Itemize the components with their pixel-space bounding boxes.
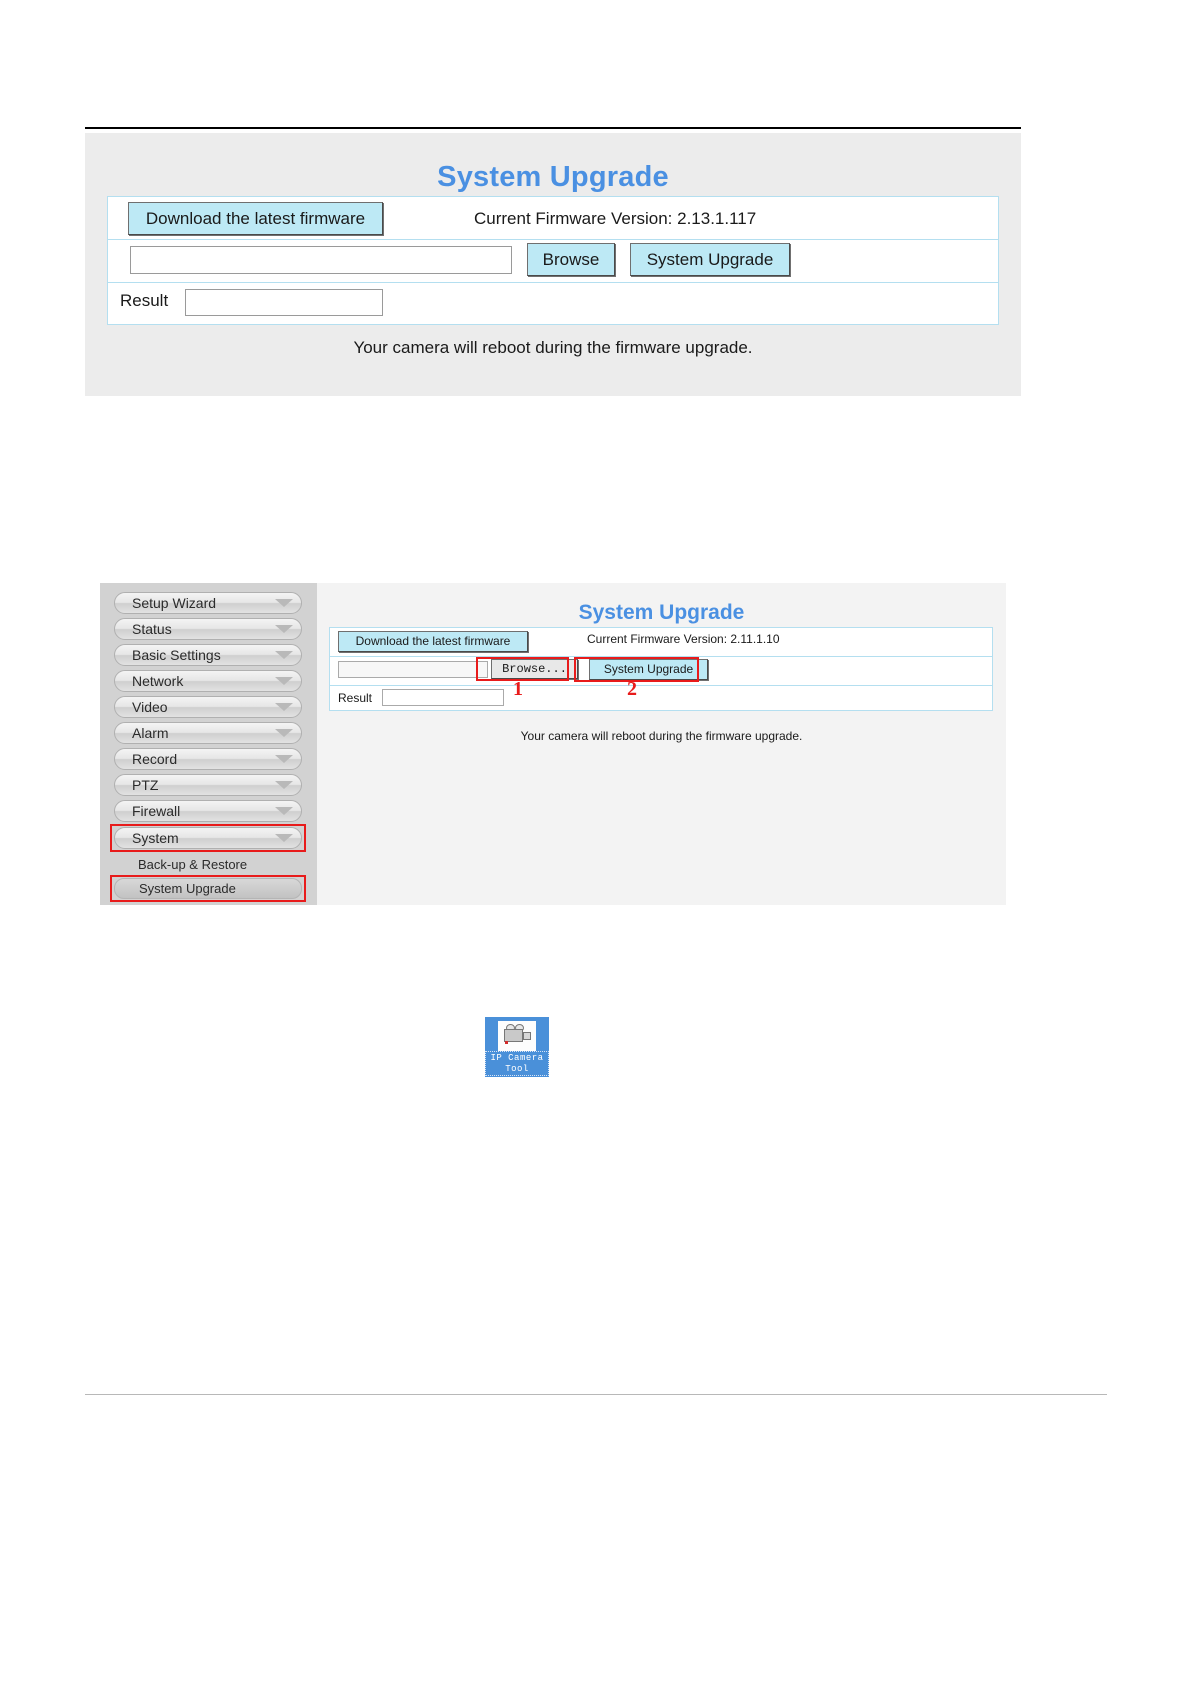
sidebar-item-network[interactable]: Network bbox=[114, 670, 302, 692]
system-upgrade-button[interactable]: System Upgrade bbox=[589, 659, 708, 680]
chevron-down-icon bbox=[275, 781, 293, 789]
sidebar-item-firewall[interactable]: Firewall bbox=[114, 800, 302, 822]
upgrade-form: Download the latest firmware Current Fir… bbox=[107, 196, 999, 325]
chevron-down-icon bbox=[275, 703, 293, 711]
sidebar-item-label: Setup Wizard bbox=[132, 595, 217, 611]
chevron-down-icon bbox=[275, 599, 293, 607]
panel-title: System Upgrade bbox=[437, 161, 669, 193]
chevron-down-icon bbox=[275, 834, 293, 842]
reboot-note: Your camera will reboot during the firmw… bbox=[520, 729, 803, 743]
camcorder-indicator bbox=[505, 1041, 508, 1044]
sidebar-item-alarm[interactable]: Alarm bbox=[114, 722, 302, 744]
browse-button[interactable]: Browse bbox=[527, 243, 615, 276]
page-rule-top bbox=[85, 127, 1021, 129]
firmware-row: Download the latest firmware Current Fir… bbox=[330, 628, 992, 657]
sidebar-item-ptz[interactable]: PTZ bbox=[114, 774, 302, 796]
chevron-down-icon bbox=[275, 625, 293, 633]
sidebar-item-label: Status bbox=[132, 621, 172, 637]
sidebar-item-video[interactable]: Video bbox=[114, 696, 302, 718]
chevron-down-icon bbox=[275, 677, 293, 685]
result-row: Result bbox=[330, 686, 992, 712]
result-label: Result bbox=[338, 691, 373, 705]
file-select-row: Browse... System Upgrade bbox=[330, 657, 992, 686]
sidebar-item-label: Network bbox=[132, 673, 184, 689]
sidebar-item-label: Basic Settings bbox=[132, 647, 221, 663]
callout-marker-2: 2 bbox=[627, 678, 637, 700]
sidebar-item-label: PTZ bbox=[132, 777, 159, 793]
desktop-icon-label: IP Camera Tool bbox=[485, 1051, 549, 1076]
sidebar-subitem-system-upgrade[interactable]: System Upgrade bbox=[114, 878, 302, 899]
system-upgrade-panel-with-sidebar: Setup Wizard Status Basic Settings Netwo… bbox=[100, 583, 1006, 905]
result-label: Result bbox=[120, 291, 169, 310]
result-row: Result bbox=[108, 283, 998, 324]
sidebar-item-label: Video bbox=[132, 699, 168, 715]
chevron-down-icon bbox=[275, 807, 293, 815]
main-content: System Upgrade Download the latest firmw… bbox=[317, 583, 1006, 905]
sidebar-item-label: Firewall bbox=[132, 803, 181, 819]
ip-camera-tool-desktop-icon[interactable]: IP Camera Tool bbox=[485, 1017, 549, 1077]
desktop-icon-label-line1: IP Camera bbox=[490, 1053, 544, 1063]
result-field bbox=[382, 689, 504, 706]
file-select-row: Browse System Upgrade bbox=[108, 240, 998, 283]
sidebar-item-basic-settings[interactable]: Basic Settings bbox=[114, 644, 302, 666]
panel-title: System Upgrade bbox=[578, 601, 745, 624]
sidebar-item-label: Record bbox=[132, 751, 178, 767]
camcorder-lens bbox=[523, 1032, 531, 1040]
current-firmware-version: Current Firmware Version: 2.13.1.117 bbox=[474, 209, 757, 228]
reboot-note: Your camera will reboot during the firmw… bbox=[353, 338, 753, 357]
sidebar-item-setup-wizard[interactable]: Setup Wizard bbox=[114, 592, 302, 614]
result-field bbox=[185, 289, 383, 316]
browse-button[interactable]: Browse... bbox=[491, 659, 578, 679]
sidebar-item-status[interactable]: Status bbox=[114, 618, 302, 640]
download-latest-firmware-button[interactable]: Download the latest firmware bbox=[128, 202, 383, 235]
page-rule-bottom bbox=[85, 1394, 1107, 1395]
sidebar-item-label: Alarm bbox=[132, 725, 169, 741]
sidebar: Setup Wizard Status Basic Settings Netwo… bbox=[100, 583, 317, 905]
firmware-row: Download the latest firmware Current Fir… bbox=[108, 197, 998, 240]
sidebar-item-system[interactable]: System bbox=[114, 827, 302, 849]
sidebar-item-label: System bbox=[132, 830, 179, 846]
desktop-icon-label-line2: Tool bbox=[505, 1064, 529, 1074]
system-upgrade-panel-large: System Upgrade Download the latest firmw… bbox=[85, 133, 1021, 396]
firmware-file-input[interactable] bbox=[130, 246, 512, 274]
sidebar-subitem-backup-restore[interactable]: Back-up & Restore bbox=[114, 855, 302, 876]
download-latest-firmware-button[interactable]: Download the latest firmware bbox=[338, 631, 528, 652]
chevron-down-icon bbox=[275, 729, 293, 737]
system-upgrade-button[interactable]: System Upgrade bbox=[630, 243, 790, 276]
upgrade-form: Download the latest firmware Current Fir… bbox=[329, 627, 993, 711]
current-firmware-version: Current Firmware Version: 2.11.1.10 bbox=[587, 632, 780, 646]
firmware-file-input[interactable] bbox=[338, 661, 488, 678]
sidebar-subitem-label: System Upgrade bbox=[139, 881, 236, 896]
callout-marker-1: 1 bbox=[513, 678, 523, 700]
sidebar-subitem-label: Back-up & Restore bbox=[138, 857, 248, 872]
chevron-down-icon bbox=[275, 651, 293, 659]
camcorder-icon bbox=[498, 1021, 536, 1051]
sidebar-item-record[interactable]: Record bbox=[114, 748, 302, 770]
chevron-down-icon bbox=[275, 755, 293, 763]
